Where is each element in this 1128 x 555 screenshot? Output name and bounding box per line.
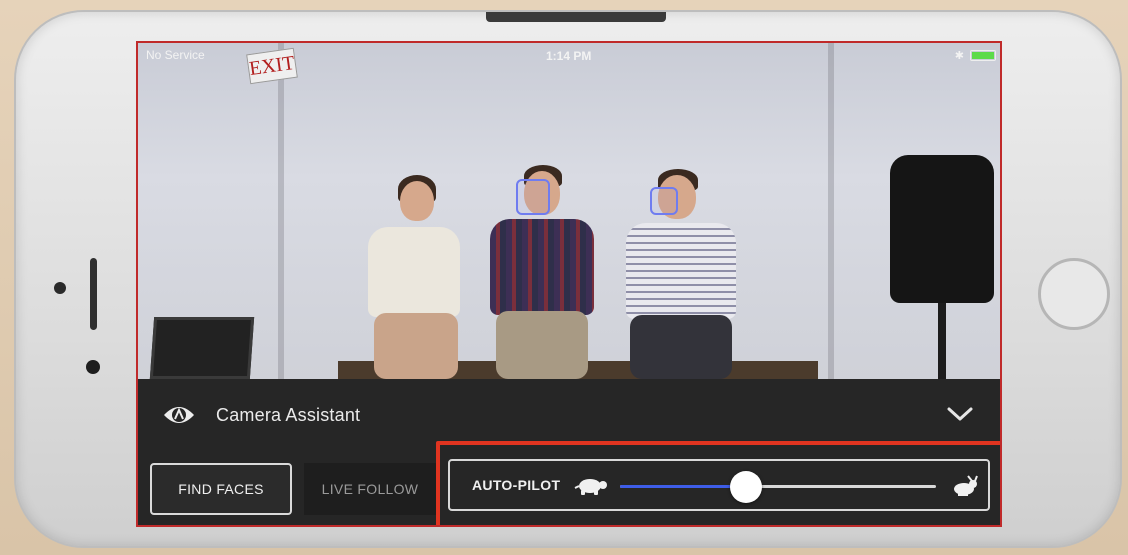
home-button[interactable]	[1038, 258, 1110, 330]
rabbit-icon	[954, 475, 978, 496]
earpiece-speaker	[90, 258, 97, 330]
turtle-icon	[574, 479, 607, 495]
panel-header[interactable]: Camera Assistant	[138, 379, 1000, 449]
laptop-prop	[149, 317, 255, 379]
battery-indicator: ✱	[955, 49, 996, 62]
bluetooth-icon: ✱	[954, 50, 964, 62]
carrier-label: No Service	[146, 48, 205, 62]
wall-seam	[828, 43, 834, 379]
person-left	[360, 175, 470, 379]
find-faces-button[interactable]: FIND FACES	[150, 463, 292, 515]
eye-logo-icon	[164, 407, 194, 423]
phone-screen: EXIT No Service 1:14 PM ✱ Camera Assista…	[136, 41, 1002, 527]
autopilot-control: AUTO-PILOT	[448, 459, 990, 511]
battery-icon	[970, 50, 996, 61]
camera-preview[interactable]: EXIT No Service 1:14 PM ✱	[138, 43, 1000, 379]
pa-speaker-stand	[938, 303, 946, 379]
chevron-down-icon[interactable]	[946, 403, 974, 425]
slider-thumb[interactable]	[730, 471, 763, 503]
wall-seam	[278, 43, 284, 379]
ios-status-bar: No Service 1:14 PM ✱	[138, 43, 1000, 67]
face-detection-box	[516, 179, 550, 215]
person-right	[618, 169, 744, 379]
front-sensor	[54, 282, 66, 294]
panel-title: Camera Assistant	[216, 405, 361, 425]
slider-fill	[620, 485, 747, 488]
front-camera	[86, 360, 100, 374]
face-detection-box	[650, 187, 678, 215]
autopilot-slider[interactable]	[620, 471, 936, 503]
live-follow-button[interactable]: LIVE FOLLOW	[304, 463, 436, 515]
clock: 1:14 PM	[546, 49, 592, 63]
phone-top-clamp	[486, 12, 666, 22]
autopilot-label: AUTO-PILOT	[472, 477, 561, 493]
camera-assistant-panel: Camera Assistant FIND FACES LIVE FOLLOW …	[138, 379, 1000, 525]
pa-speaker	[890, 155, 994, 303]
